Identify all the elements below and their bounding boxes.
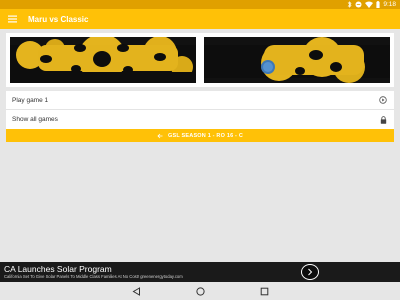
nav-back-button[interactable]	[130, 285, 142, 297]
show-all-games-row[interactable]: Show all games	[6, 110, 394, 129]
battery-icon	[376, 1, 380, 8]
map-thumbnail-left	[10, 37, 196, 83]
chevron-right-icon	[308, 268, 313, 276]
ad-banner[interactable]: CA Launches Solar Program California Set…	[0, 262, 400, 282]
play-game-label: Play game 1	[12, 96, 49, 104]
lock-icon	[380, 115, 387, 124]
recents-square-icon	[260, 287, 268, 295]
back-triangle-icon	[132, 286, 140, 296]
system-nav-bar	[0, 282, 400, 300]
nav-home-button[interactable]	[194, 285, 206, 297]
hamburger-menu-icon[interactable]	[2, 9, 22, 29]
status-bar: 9:18	[0, 0, 400, 9]
ad-open-button[interactable]	[301, 264, 319, 280]
page-title: Maru vs Classic	[28, 14, 89, 24]
ad-headline: CA Launches Solar Program	[4, 264, 112, 274]
nav-recents-button[interactable]	[258, 285, 270, 297]
ad-subtext: California Set To Give Solar Panels To M…	[4, 274, 183, 279]
bluetooth-icon	[348, 1, 352, 8]
status-time: 9:18	[383, 1, 396, 8]
play-circle-icon	[379, 96, 387, 104]
map-thumbnail-right	[204, 37, 390, 83]
show-all-games-label: Show all games	[12, 116, 58, 123]
play-game-row[interactable]: Play game 1	[6, 91, 394, 110]
season-label: GSL SEASON 1 - RO 16 - C	[168, 132, 243, 139]
game-actions-list: Play game 1 Show all games	[6, 91, 394, 129]
season-back-button[interactable]: GSL SEASON 1 - RO 16 - C	[6, 129, 394, 142]
maps-card	[6, 33, 394, 87]
wifi-icon	[365, 1, 374, 8]
status-icons: 9:18	[347, 0, 396, 9]
home-circle-icon	[195, 286, 205, 296]
app-bar: Maru vs Classic	[0, 9, 400, 29]
app-screen: 9:18 Maru vs Classic Play game 1 Show al…	[0, 0, 400, 300]
minus-circle-icon	[355, 1, 362, 8]
arrow-back-icon	[157, 133, 163, 138]
